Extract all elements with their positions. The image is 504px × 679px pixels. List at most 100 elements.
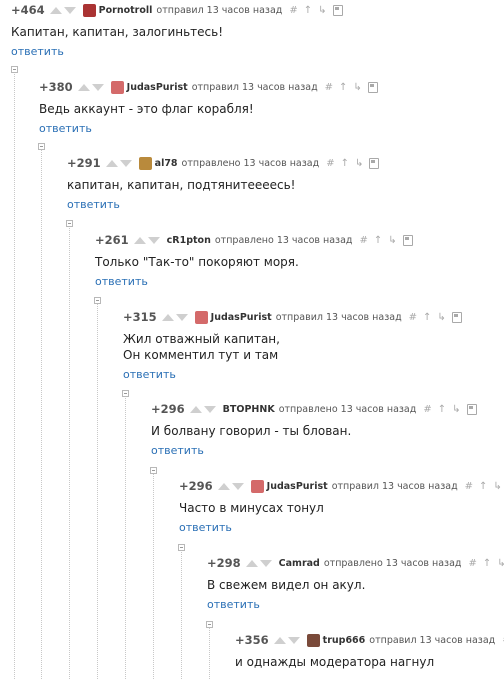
thread-line	[209, 626, 210, 679]
hash-link-icon[interactable]: #	[325, 82, 333, 93]
branch-icon[interactable]: ↳	[355, 158, 363, 169]
comment-time: отправил 13 часов назад	[369, 634, 496, 646]
upvote-icon[interactable]	[133, 236, 146, 244]
comment-time: отправил 13 часов назад	[275, 311, 402, 323]
reply-link[interactable]: ответить	[151, 444, 204, 457]
branch-icon[interactable]: ↳	[452, 404, 460, 415]
downvote-icon[interactable]	[119, 159, 132, 167]
thread-line	[69, 225, 70, 679]
upvote-icon[interactable]	[217, 482, 230, 490]
hash-link-icon[interactable]: #	[289, 5, 297, 16]
downvote-icon[interactable]	[231, 482, 244, 490]
reply-link[interactable]: ответить	[67, 198, 120, 211]
comment-tools: # ↑ ↳	[468, 558, 504, 569]
branch-icon[interactable]: ↳	[318, 5, 326, 16]
parent-arrow-icon[interactable]: ↑	[423, 312, 431, 323]
collapse-toggle[interactable]	[178, 544, 185, 551]
upvote-icon[interactable]	[49, 6, 62, 14]
reply-link[interactable]: ответить	[207, 598, 260, 611]
downvote-icon[interactable]	[91, 83, 104, 91]
comment-tools: # ↑ ↳	[325, 81, 384, 93]
hash-link-icon[interactable]: #	[468, 558, 476, 569]
comment-text: Ведь аккаунт - это флаг корабля!	[39, 102, 254, 116]
comment-author[interactable]: JudasPurist	[211, 312, 272, 323]
avatar[interactable]	[194, 310, 208, 324]
downvote-icon[interactable]	[175, 313, 188, 321]
reply-link[interactable]: ответить	[95, 275, 148, 288]
comment-tools: # ↑ ↳	[360, 234, 419, 246]
avatar[interactable]	[306, 633, 320, 647]
save-icon[interactable]	[466, 403, 477, 415]
reply-link[interactable]: ответить	[123, 368, 176, 381]
parent-arrow-icon[interactable]: ↑	[479, 481, 487, 492]
upvote-icon[interactable]	[245, 559, 258, 567]
upvote-icon[interactable]	[161, 313, 174, 321]
avatar[interactable]	[138, 156, 152, 170]
comment-author[interactable]: cR1pton	[167, 235, 211, 246]
upvote-icon[interactable]	[77, 83, 90, 91]
parent-arrow-icon[interactable]: ↑	[304, 5, 312, 16]
avatar[interactable]	[110, 80, 124, 94]
comment: +296 ВТОРНNK отправлено 13 часов назад #…	[151, 399, 483, 458]
thread-line	[97, 302, 98, 679]
downvote-icon[interactable]	[203, 405, 216, 413]
comment-author[interactable]: Pornotroll	[99, 5, 153, 16]
comment-rating: +298	[207, 556, 241, 570]
save-icon[interactable]	[332, 4, 343, 16]
collapse-toggle[interactable]	[122, 390, 129, 397]
comment-text: Только "Так-то" покоряют моря.	[95, 255, 299, 269]
collapse-toggle[interactable]	[66, 220, 73, 227]
downvote-icon[interactable]	[63, 6, 76, 14]
save-icon[interactable]	[451, 311, 462, 323]
parent-arrow-icon[interactable]: ↑	[339, 82, 347, 93]
branch-icon[interactable]: ↳	[493, 481, 501, 492]
collapse-toggle[interactable]	[11, 66, 18, 73]
save-icon[interactable]	[367, 81, 378, 93]
branch-icon[interactable]: ↳	[353, 82, 361, 93]
branch-icon[interactable]: ↳	[388, 235, 396, 246]
downvote-icon[interactable]	[259, 559, 272, 567]
comment-tools: # ↑ ↳	[289, 4, 348, 16]
comment-author[interactable]: trup666	[323, 635, 366, 646]
hash-link-icon[interactable]: #	[326, 158, 334, 169]
collapse-toggle[interactable]	[206, 621, 213, 628]
avatar[interactable]	[250, 479, 264, 493]
downvote-icon[interactable]	[147, 236, 160, 244]
hash-link-icon[interactable]: #	[423, 404, 431, 415]
upvote-icon[interactable]	[273, 636, 286, 644]
save-icon[interactable]	[369, 157, 380, 169]
comment-rating: +380	[39, 80, 73, 94]
downvote-icon[interactable]	[287, 636, 300, 644]
comment-author[interactable]: JudasPurist	[127, 82, 188, 93]
comment-text: капитан, капитан, подтянитеееесь!	[67, 178, 296, 192]
comment-author[interactable]: Camrad	[279, 558, 320, 569]
comment-rating: +296	[179, 479, 213, 493]
branch-icon[interactable]: ↳	[437, 312, 445, 323]
comment-header: +380 JudasPurist отправил 13 часов назад…	[39, 77, 384, 97]
reply-link[interactable]: ответить	[11, 45, 64, 58]
avatar[interactable]	[82, 3, 96, 17]
collapse-toggle[interactable]	[38, 143, 45, 150]
comment-author[interactable]: al78	[155, 158, 178, 169]
upvote-icon[interactable]	[189, 405, 202, 413]
branch-icon[interactable]: ↳	[497, 558, 504, 569]
collapse-toggle[interactable]	[150, 467, 157, 474]
parent-arrow-icon[interactable]: ↑	[374, 235, 382, 246]
vote-controls	[133, 236, 162, 244]
parent-arrow-icon[interactable]: ↑	[483, 558, 491, 569]
parent-arrow-icon[interactable]: ↑	[438, 404, 446, 415]
parent-arrow-icon[interactable]: ↑	[341, 158, 349, 169]
comment-author[interactable]: ВТОРНNK	[223, 404, 275, 415]
hash-link-icon[interactable]: #	[360, 235, 368, 246]
reply-link[interactable]: ответить	[39, 122, 92, 135]
hash-link-icon[interactable]: #	[465, 481, 473, 492]
hash-link-icon[interactable]: #	[409, 312, 417, 323]
collapse-toggle[interactable]	[94, 297, 101, 304]
upvote-icon[interactable]	[105, 159, 118, 167]
comment-author[interactable]: JudasPurist	[267, 481, 328, 492]
save-icon[interactable]	[402, 234, 413, 246]
reply-link[interactable]: ответить	[179, 521, 232, 534]
comment-time: отправлено 13 часов назад	[278, 403, 417, 415]
comment-header: +464 Pornotroll отправил 13 часов назад …	[11, 0, 349, 20]
vote-controls	[273, 636, 302, 644]
